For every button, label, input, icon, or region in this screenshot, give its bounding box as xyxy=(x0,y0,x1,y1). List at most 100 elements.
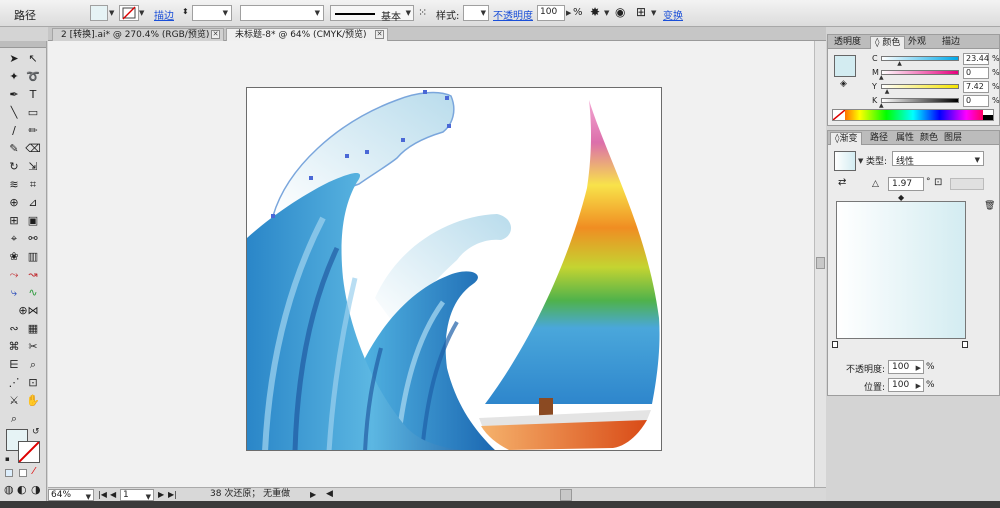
tab-appearance[interactable]: 外观 xyxy=(904,36,930,49)
gradient-mode-icon[interactable] xyxy=(19,469,27,477)
free-transform-icon[interactable]: ⌗ xyxy=(24,176,42,193)
doc-tab-1[interactable]: 2 [转换].ai* @ 270.4% (RGB/预览) ✕ xyxy=(52,28,224,41)
blend-blue-icon[interactable]: ⤷ xyxy=(5,284,23,301)
ruler-icon[interactable]: ⋿ xyxy=(5,356,23,373)
slider-value-field[interactable]: 7.42 xyxy=(963,81,989,93)
status-menu-icon[interactable]: ▶ xyxy=(310,489,316,501)
tab-color-2[interactable]: 颜色 xyxy=(916,132,942,145)
hand-icon[interactable]: ✋ xyxy=(24,392,42,409)
stop-opacity-field[interactable]: 100 ▶ xyxy=(888,360,924,374)
delete-stop-icon[interactable]: 🗑 xyxy=(984,201,995,211)
none-mode-icon[interactable]: ⁄ xyxy=(33,466,35,477)
brush-definition-field[interactable]: 基本 ▼ xyxy=(330,5,414,23)
recolor-dropdown-icon[interactable]: ▼ xyxy=(604,9,609,17)
eyedropper-alt-icon[interactable]: ⌕ xyxy=(24,356,42,373)
eyedropper-icon[interactable]: ⌖ xyxy=(5,230,23,247)
slider-y[interactable]: Y ▲ 7.42% xyxy=(872,81,1000,95)
blend-red-icon[interactable]: ⤳ xyxy=(5,266,23,283)
type-icon[interactable]: T xyxy=(24,86,42,103)
vertical-scrollbar[interactable] xyxy=(814,41,826,487)
warp-wave-icon[interactable]: ∾ xyxy=(5,320,23,337)
gradient-icon[interactable]: ▣ xyxy=(24,212,42,229)
reverse-gradient-icon[interactable]: ⇄ xyxy=(838,177,846,188)
draw-normal-icon[interactable]: ◍ xyxy=(4,483,14,496)
line-icon[interactable]: ╲ xyxy=(5,104,23,121)
next-page-icon[interactable]: ▶ xyxy=(158,489,164,501)
gradient-preset-dropdown-icon[interactable]: ▼ xyxy=(858,157,863,165)
blend-icon[interactable]: ⚯ xyxy=(24,230,42,247)
slider-value-field[interactable]: 0 xyxy=(963,67,989,79)
stroke-color-box[interactable] xyxy=(18,441,40,463)
page-select[interactable]: 1 ▼ xyxy=(120,489,154,501)
perspective-icon[interactable]: ⊿ xyxy=(24,194,42,211)
tab-layers[interactable]: 图层 xyxy=(940,132,966,145)
hscroll-thumb[interactable] xyxy=(560,489,572,501)
gradient-preview-swatch[interactable] xyxy=(834,151,856,171)
align-dropdown-icon[interactable]: ▼ xyxy=(651,9,656,17)
recolor-artwork-icon[interactable]: ✸ xyxy=(590,5,600,19)
slider-k[interactable]: K ▲ 0% xyxy=(872,95,1000,109)
tab-color[interactable]: ◊ 颜色 xyxy=(870,36,906,49)
scroll-left-icon[interactable]: ◀ xyxy=(326,489,333,501)
scale-icon[interactable]: ⇲ xyxy=(24,158,42,175)
rectangle-icon[interactable]: ▭ xyxy=(24,104,42,121)
stroke-swatch[interactable] xyxy=(119,5,139,21)
gradient-stop-start[interactable] xyxy=(832,341,838,348)
magic-wand-icon[interactable]: ✦ xyxy=(5,68,23,85)
gradient-preview[interactable] xyxy=(836,201,966,339)
curvature-green-icon[interactable]: ∿ xyxy=(24,284,42,301)
slider-c[interactable]: C ▲ 23.44% xyxy=(872,53,1000,67)
zoom-icon[interactable]: ⌕ xyxy=(5,410,23,427)
aspect-ratio-field[interactable] xyxy=(950,178,984,190)
fill-swatch-large[interactable] xyxy=(834,55,856,77)
slider-track[interactable] xyxy=(881,84,959,89)
none-swatch[interactable] xyxy=(832,109,846,121)
slider-track[interactable] xyxy=(881,98,959,103)
gradient-type-select[interactable]: 线性 ▼ xyxy=(892,151,984,167)
tab-stroke[interactable]: 描边 xyxy=(938,36,964,49)
shape-builder-icon[interactable]: ⊕ xyxy=(5,194,23,211)
close-icon[interactable]: ✕ xyxy=(375,30,384,39)
width-icon[interactable]: ⋈ xyxy=(24,302,42,319)
doc-tab-2[interactable]: 未标题-8* @ 64% (CMYK/预览) ✕ xyxy=(226,28,388,41)
scissors-icon[interactable]: ✂ xyxy=(24,338,42,355)
column-graph-icon[interactable]: ▥ xyxy=(24,248,42,265)
slider-track[interactable] xyxy=(881,56,959,61)
fill-swatch[interactable] xyxy=(90,5,108,21)
first-page-icon[interactable]: |◀ xyxy=(98,489,107,501)
stop-location-field[interactable]: 100 ▶ xyxy=(888,378,924,392)
warp-icon[interactable]: ≋ xyxy=(5,176,23,193)
last-page-icon[interactable]: ▶| xyxy=(168,489,177,501)
tab-transparency[interactable]: 透明度 xyxy=(830,36,865,49)
zoom-select[interactable]: 64% ▼ xyxy=(48,489,94,501)
artboard-icon[interactable]: ⊡ xyxy=(24,374,42,391)
opacity-link[interactable]: 不透明度 xyxy=(493,7,533,22)
graphic-style-swatch[interactable]: ▼ xyxy=(463,5,489,21)
slider-value-field[interactable]: 23.44 xyxy=(963,53,989,65)
color-spectrum[interactable] xyxy=(832,109,994,121)
global-edit-icon[interactable]: ◉ xyxy=(615,5,625,19)
slice-icon[interactable]: ⋰ xyxy=(5,374,23,391)
mesh-icon[interactable]: ⊞ xyxy=(5,212,23,229)
stroke-dropdown-icon[interactable]: ▼ xyxy=(139,9,144,17)
lasso-icon[interactable]: ➰ xyxy=(24,68,42,85)
blob-brush-icon[interactable]: ✎ xyxy=(5,140,23,157)
stroke-weight-stepper-icon[interactable]: ⬍ xyxy=(182,7,189,16)
paintbrush-icon[interactable]: ∕ xyxy=(5,122,23,139)
color-mode-icon[interactable] xyxy=(5,469,13,477)
scroll-thumb[interactable] xyxy=(816,257,825,269)
variable-width-field[interactable]: ▼ xyxy=(240,5,324,21)
close-icon[interactable]: ✕ xyxy=(211,30,220,39)
angle-field[interactable]: 1.97 xyxy=(888,177,924,191)
tab-attributes[interactable]: 属性 xyxy=(892,132,918,145)
fill-dropdown-icon[interactable]: ▼ xyxy=(109,9,114,17)
pencil-icon[interactable]: ✏ xyxy=(24,122,42,139)
curvature-red-icon[interactable]: ↝ xyxy=(24,266,42,283)
default-colors-icon[interactable]: ▪ xyxy=(5,455,10,463)
stroke-link[interactable]: 描边 xyxy=(154,7,174,22)
symbol-sprayer-icon[interactable]: ❀ xyxy=(5,248,23,265)
rotate-icon[interactable]: ↻ xyxy=(5,158,23,175)
opacity-field[interactable]: 100 xyxy=(537,5,565,21)
prev-page-icon[interactable]: ◀ xyxy=(110,489,116,501)
align-to-icon[interactable]: ⊞ xyxy=(636,5,646,19)
